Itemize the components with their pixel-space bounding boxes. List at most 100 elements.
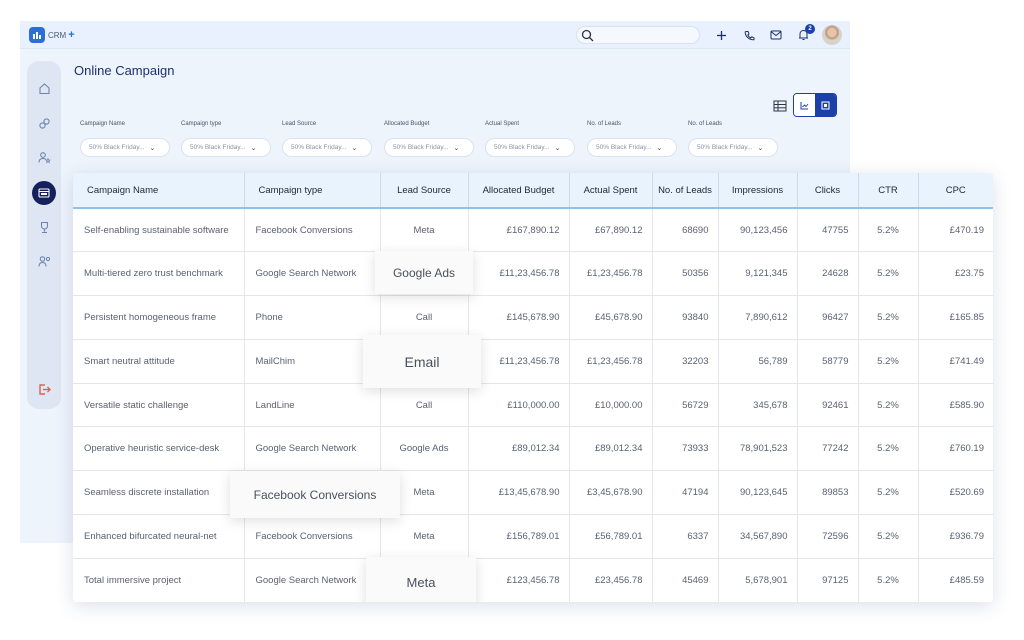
cell-impressions: 90,123,645 xyxy=(718,470,798,516)
cell-ctr: 5.2% xyxy=(858,426,919,472)
table-row[interactable]: Seamless discrete installation Meta £13,45… xyxy=(73,470,993,516)
cell-cpc: £760.19 xyxy=(918,426,993,472)
col-header-campaign-type[interactable]: Campaign type xyxy=(244,173,381,209)
cell-campaign-name: Enhanced bifurcated neural-net xyxy=(73,514,245,559)
filter-value: 50% Black Friday... xyxy=(697,144,753,151)
cell-campaign-name: Versatile static challenge xyxy=(73,383,245,428)
chevron-down-icon: ⌄ xyxy=(149,144,156,152)
filter-actual-spent: Actual Spent 50% Black Friday... ⌄ xyxy=(485,121,575,157)
cell-cpc: £936.79 xyxy=(918,514,993,559)
cell-no-of-leads: 68690 xyxy=(652,208,719,253)
cell-allocated-budget: £110,000.00 xyxy=(468,383,570,428)
table-header-row: Campaign Name Campaign type Lead Source … xyxy=(73,173,993,209)
filter-dropdown[interactable]: 50% Black Friday... ⌄ xyxy=(485,138,575,157)
filter-campaign-type: Campaign type 50% Black Friday... ⌄ xyxy=(181,121,271,157)
app-logo[interactable]: CRM + xyxy=(29,27,75,43)
filter-allocated-budget: Allocated Budget 50% Black Friday... ⌄ xyxy=(384,121,474,157)
col-header-campaign-name[interactable]: Campaign Name xyxy=(73,173,245,209)
phone-icon[interactable] xyxy=(741,27,757,43)
cell-clicks: 97125 xyxy=(797,558,859,602)
col-header-cpc[interactable]: CPC xyxy=(918,173,993,209)
table-row[interactable]: Smart neutral attitude MailChim £11,23,456… xyxy=(73,339,993,384)
filter-dropdown[interactable]: 50% Black Friday... ⌄ xyxy=(80,138,170,157)
avatar[interactable] xyxy=(822,25,842,45)
cell-allocated-budget: £11,23,456.78 xyxy=(468,339,570,384)
users-settings-icon[interactable] xyxy=(35,252,53,270)
logout-icon[interactable] xyxy=(35,380,53,398)
col-header-no-of-leads[interactable]: No. of Leads xyxy=(652,173,719,209)
table-row[interactable]: Self-enabling sustainable software Facebo… xyxy=(73,208,993,253)
table-view-icon[interactable] xyxy=(773,99,787,113)
cell-actual-spent: £56,789.01 xyxy=(569,514,653,559)
cell-impressions: 9,121,345 xyxy=(718,251,798,297)
table-row[interactable]: Total immersive project Google Search Net… xyxy=(73,558,993,602)
cell-no-of-leads: 47194 xyxy=(652,470,719,516)
trophy-icon[interactable] xyxy=(35,218,53,236)
cell-no-of-leads: 93840 xyxy=(652,295,719,340)
mail-icon[interactable] xyxy=(768,27,784,43)
filter-dropdown[interactable]: 50% Black Friday... ⌄ xyxy=(181,138,271,157)
cell-ctr: 5.2% xyxy=(858,251,919,297)
filter-dropdown[interactable]: 50% Black Friday... ⌄ xyxy=(587,138,677,157)
cell-clicks: 92461 xyxy=(797,383,859,428)
chevron-down-icon: ⌄ xyxy=(554,144,561,152)
add-icon[interactable] xyxy=(713,27,729,43)
sidebar-item-campaigns[interactable] xyxy=(32,181,56,205)
filter-dropdown[interactable]: 50% Black Friday... ⌄ xyxy=(282,138,372,157)
col-header-impressions[interactable]: Impressions xyxy=(718,173,798,209)
cell-campaign-name: Operative heuristic service-desk xyxy=(73,426,245,472)
table-row[interactable]: Enhanced bifurcated neural-net Facebook C… xyxy=(73,514,993,559)
filter-dropdown[interactable]: 50% Black Friday... ⌄ xyxy=(384,138,474,157)
cell-cpc: £741.49 xyxy=(918,339,993,384)
filter-dropdown[interactable]: 50% Black Friday... ⌄ xyxy=(688,138,778,157)
cell-ctr: 5.2% xyxy=(858,339,919,384)
table-row[interactable]: Multi-tiered zero trust benchmark Google … xyxy=(73,251,993,297)
cell-actual-spent: £10,000.00 xyxy=(569,383,653,428)
col-header-ctr[interactable]: CTR xyxy=(858,173,919,209)
home-icon[interactable] xyxy=(35,79,53,97)
search-icon xyxy=(581,29,594,42)
cell-ctr: 5.2% xyxy=(858,208,919,253)
top-bar: CRM + 2 xyxy=(20,21,850,49)
col-header-lead-source[interactable]: Lead Source xyxy=(380,173,469,209)
cell-lead-source: Google Ads xyxy=(380,426,469,472)
logo-text: CRM xyxy=(48,30,67,40)
cell-cpc: £485.59 xyxy=(918,558,993,602)
chevron-down-icon: ⌄ xyxy=(757,144,764,152)
filter-label: No. of Leads xyxy=(688,121,723,127)
col-header-actual-spent[interactable]: Actual Spent xyxy=(569,173,653,209)
table-row[interactable]: Persistent homogeneous frame Phone Call £14… xyxy=(73,295,993,340)
filter-label: Actual Spent xyxy=(485,121,520,127)
grid-view-icon[interactable] xyxy=(815,94,836,116)
cell-actual-spent: £67,890.12 xyxy=(569,208,653,253)
filter-value: 50% Black Friday... xyxy=(494,144,550,151)
cell-actual-spent: £23,456.78 xyxy=(569,558,653,602)
filter-label: Allocated Budget xyxy=(384,121,430,127)
search-input[interactable] xyxy=(576,26,700,44)
cell-allocated-budget: £145,678.90 xyxy=(468,295,570,340)
cell-lead-source: Call xyxy=(380,295,469,340)
table-row[interactable]: Versatile static challenge LandLine Call £1… xyxy=(73,383,993,428)
cell-cpc: £470.19 xyxy=(918,208,993,253)
table-row[interactable]: Operative heuristic service-desk Google S… xyxy=(73,426,993,472)
cell-impressions: 5,678,901 xyxy=(718,558,798,602)
user-star-icon[interactable] xyxy=(35,148,53,166)
filter-no-of-leads-2: No. of Leads 50% Black Friday... ⌄ xyxy=(688,121,778,157)
cell-allocated-budget: £11,23,456.78 xyxy=(468,251,570,297)
campaign-table: Campaign Name Campaign type Lead Source … xyxy=(73,173,993,602)
filter-label: Campaign type xyxy=(181,121,222,127)
filter-campaign-name: Campaign Name 50% Black Friday... ⌄ xyxy=(80,121,170,157)
floating-chip-email: Email xyxy=(363,335,481,388)
cell-campaign-type: Phone xyxy=(244,295,381,340)
chart-view-icon[interactable] xyxy=(794,94,815,116)
link-icon[interactable] xyxy=(35,114,53,132)
floating-chip-meta: Meta xyxy=(366,557,476,602)
view-toggle[interactable] xyxy=(793,93,837,117)
cell-campaign-name: Persistent homogeneous frame xyxy=(73,295,245,340)
col-header-allocated-budget[interactable]: Allocated Budget xyxy=(468,173,570,209)
col-header-clicks[interactable]: Clicks xyxy=(797,173,859,209)
cell-actual-spent: £1,23,456.78 xyxy=(569,251,653,297)
filter-lead-source: Lead Source 50% Black Friday... ⌄ xyxy=(282,121,372,157)
cell-no-of-leads: 73933 xyxy=(652,426,719,472)
filter-label: No. of Leads xyxy=(587,121,622,127)
